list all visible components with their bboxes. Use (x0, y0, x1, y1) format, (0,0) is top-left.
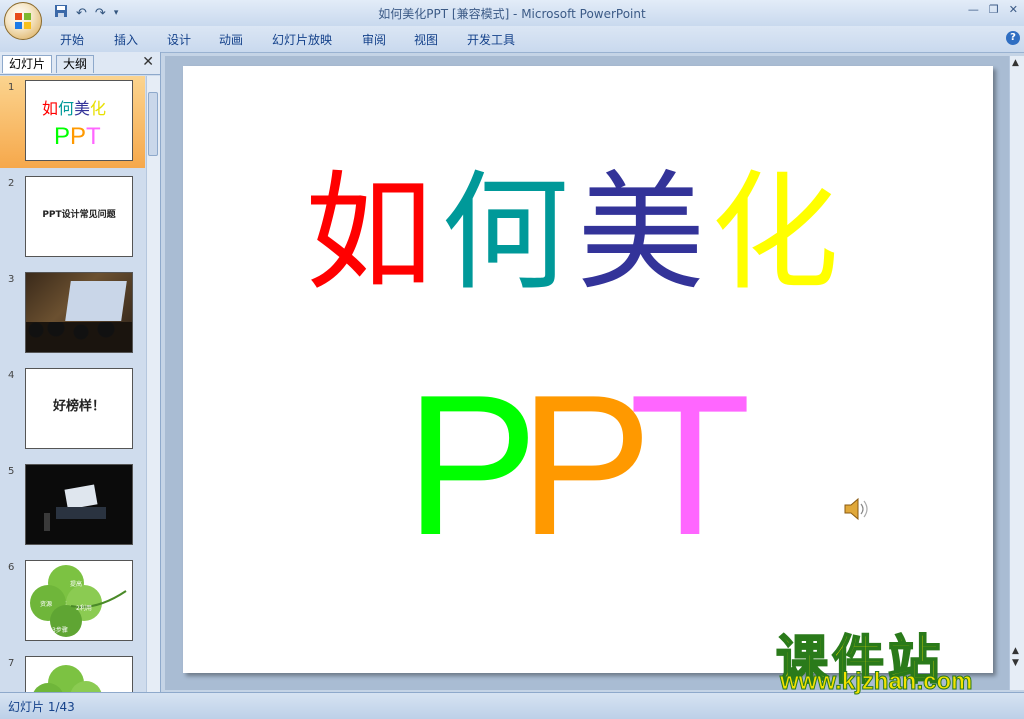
restore-icon[interactable]: ❐ (989, 3, 999, 16)
title-char-3: 美 (577, 159, 706, 308)
watermark: 课件站 www.kjzhan.com (775, 618, 1006, 698)
window-controls: — ❐ ✕ (968, 3, 1018, 16)
scroll-up-icon[interactable]: ▲ (1012, 58, 1019, 68)
stage-envelope (64, 484, 98, 510)
audience-silhouettes (26, 322, 132, 352)
title-bar: ↶ ↷ ▾ 如何美化PPT [兼容模式] - Microsoft PowerPo… (0, 0, 1024, 40)
thumb-char: 如 (42, 99, 59, 118)
slide-thumbnail-5[interactable]: 5 (0, 460, 145, 552)
slides-panel: 幻灯片 大纲 ✕ 1 如何美化 PPT 2 PPT设计常见问题 3 4 好榜样！… (0, 52, 161, 692)
projection-screen (65, 281, 127, 321)
thumbnail-image: PPT设计常见问题 (25, 176, 133, 257)
title-char-1: 如 (305, 159, 434, 308)
speaker-figure (44, 513, 50, 531)
tab-slides[interactable]: 幻灯片 (2, 55, 53, 73)
close-icon[interactable]: ✕ (142, 54, 154, 70)
thumb-char: P (54, 123, 71, 150)
office-button[interactable] (4, 2, 42, 40)
panel-scrollbar[interactable] (146, 76, 160, 692)
thumb-label: 提高 (70, 581, 83, 588)
thumbnail-image (25, 464, 133, 545)
slide-thumbnail-7[interactable]: 7 (0, 652, 145, 692)
slide-thumbnail-3[interactable]: 3 (0, 268, 145, 360)
slide-number: 1 (8, 82, 15, 93)
help-icon[interactable]: ? (1006, 31, 1020, 45)
thumb-title: PPT设计常见问题 (42, 210, 116, 220)
title-char-4: 化 (711, 159, 840, 308)
slide-scrollbar[interactable]: ▲ ▲ ▼ (1009, 56, 1024, 690)
slide-stage: 如 何 美 化 P P T (165, 56, 1009, 690)
slide-thumbnail-4[interactable]: 4 好榜样！ (0, 364, 145, 456)
thumbnail-image: 如何美化 PPT (25, 80, 133, 161)
thumbnail-image (25, 272, 133, 353)
thumb-char: 何 (58, 99, 75, 118)
thumb-title: 好榜样！ (52, 399, 105, 414)
thumbnail-image: 好榜样！ (25, 368, 133, 449)
tab-slideshow[interactable]: 幻灯片放映 (272, 31, 332, 48)
speaker-icon[interactable] (843, 496, 871, 522)
watermark-url: www.kjzhan.com (779, 668, 973, 696)
stage-screen (56, 507, 106, 519)
scrollbar-thumb[interactable] (148, 92, 158, 156)
thumbnail-image (25, 656, 133, 692)
slide-number: 5 (8, 466, 15, 477)
tab-developer[interactable]: 开发工具 (467, 31, 515, 48)
minimize-icon[interactable]: — (968, 3, 979, 16)
window-title: 如何美化PPT [兼容模式] - Microsoft PowerPoint (378, 7, 646, 21)
slide-number: 4 (8, 370, 15, 381)
close-icon[interactable]: ✕ (1009, 3, 1018, 16)
tab-insert[interactable]: 插入 (114, 31, 138, 48)
thumb-char: 美 (74, 99, 91, 118)
slide-canvas[interactable]: 如 何 美 化 P P T (183, 66, 993, 673)
tab-outline[interactable]: 大纲 (56, 55, 95, 73)
tab-animations[interactable]: 动画 (219, 31, 243, 48)
title-char-2: 何 (441, 159, 570, 308)
thumb-char: P (70, 123, 87, 150)
thumb-label: 资源 (40, 601, 53, 608)
next-slide-icon[interactable]: ▼ (1012, 658, 1019, 668)
thumb-char: 化 (90, 99, 107, 118)
slide-number: 6 (8, 562, 15, 573)
slide-thumbnail-1[interactable]: 1 如何美化 PPT (0, 76, 145, 168)
panel-tabs: 幻灯片 大纲 ✕ (0, 52, 160, 75)
slide-counter: 幻灯片 1/43 (8, 700, 75, 714)
ribbon-tabs: 开始 插入 设计 动画 幻灯片放映 审阅 视图 开发工具 ? (0, 26, 1024, 53)
slide-thumbnail-2[interactable]: 2 PPT设计常见问题 (0, 172, 145, 264)
thumb-char: T (86, 123, 101, 150)
thumb-label: 2利用 (76, 605, 92, 612)
office-logo-icon (15, 13, 31, 29)
slide-number: 2 (8, 178, 15, 189)
slide-thumbnail-6[interactable]: 6 提高 资源 2利用 3步骤 (0, 556, 145, 648)
tab-design[interactable]: 设计 (167, 31, 191, 48)
tab-review[interactable]: 审阅 (362, 31, 386, 48)
clover-image (33, 665, 102, 692)
tab-home[interactable]: 开始 (60, 31, 84, 48)
slide-number: 3 (8, 274, 15, 285)
thumbnail-image: 提高 资源 2利用 3步骤 (25, 560, 133, 641)
tab-view[interactable]: 视图 (414, 31, 438, 48)
prev-slide-icon[interactable]: ▲ (1012, 646, 1019, 656)
slide-number: 7 (8, 658, 15, 669)
ppt-letter-3: T (629, 354, 752, 577)
slide-thumbnails: 1 如何美化 PPT 2 PPT设计常见问题 3 4 好榜样！ 5 6 提高 资… (0, 76, 145, 692)
thumb-label: 3步骤 (52, 627, 68, 634)
